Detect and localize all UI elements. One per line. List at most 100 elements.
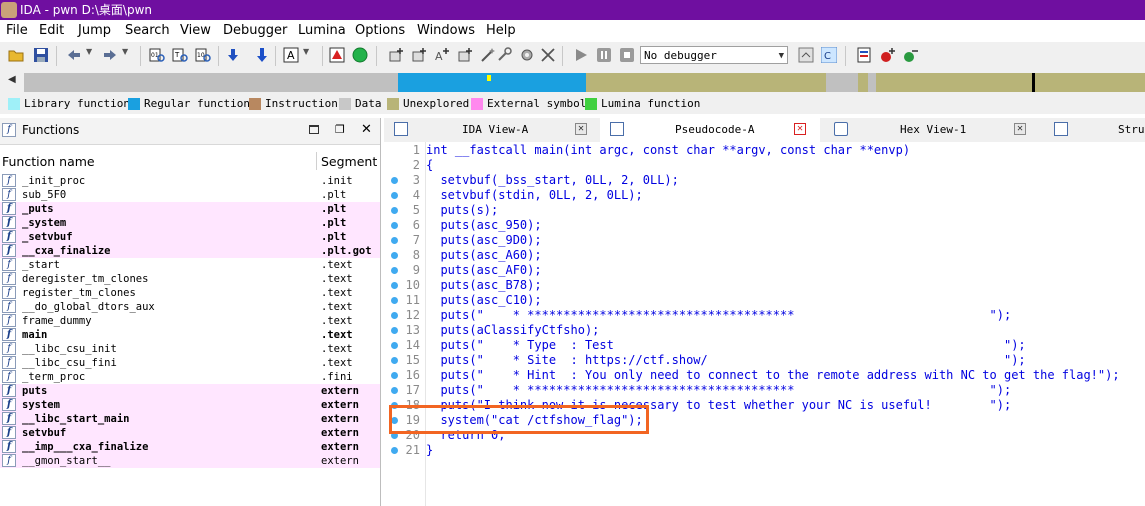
function-row[interactable]: f system extern: [0, 398, 380, 412]
code-line[interactable]: 15 puts(" * Site : https://ctf.show/ ");: [384, 353, 1145, 368]
back-dropdown-icon[interactable]: ▼: [86, 47, 102, 63]
code-line[interactable]: 21}: [384, 443, 1145, 458]
function-row[interactable]: f __gmon_start__ extern: [0, 454, 380, 468]
code-line[interactable]: 17 puts(" * ****************************…: [384, 383, 1145, 398]
open-folder-icon[interactable]: [8, 47, 24, 63]
code-line[interactable]: 9 puts(asc_AF0);: [384, 263, 1145, 278]
breakpoint-dot-icon[interactable]: [391, 267, 398, 274]
breakpoint-dot-icon[interactable]: [391, 372, 398, 379]
back-arrow-icon[interactable]: [66, 47, 82, 63]
close-x-icon[interactable]: [540, 47, 556, 63]
green-circle-icon[interactable]: [352, 47, 368, 63]
add-breakpoint-icon[interactable]: [880, 47, 896, 63]
code-line[interactable]: 1 int __fastcall main(int argc, const cha…: [384, 143, 1145, 158]
stop-icon[interactable]: [619, 47, 635, 63]
text-search-icon[interactable]: T: [172, 47, 188, 63]
column-function-name[interactable]: Function name: [2, 154, 95, 169]
code-line[interactable]: 13 puts(aClassifyCtfsho);: [384, 323, 1145, 338]
debugger-options-icon[interactable]: [798, 47, 814, 63]
breakpoint-dot-icon[interactable]: [391, 357, 398, 364]
function-row[interactable]: f _init_proc .init: [0, 174, 380, 188]
graph-red-icon[interactable]: [329, 47, 345, 63]
function-row[interactable]: f __imp___cxa_finalize extern: [0, 440, 380, 454]
menu-view[interactable]: View: [180, 20, 211, 42]
function-row[interactable]: f register_tm_clones .text: [0, 286, 380, 300]
close-icon[interactable]: ✕: [361, 122, 372, 137]
navigation-bar[interactable]: [24, 73, 1145, 92]
menu-file[interactable]: File: [6, 20, 28, 42]
binary-search-icon[interactable]: 01: [149, 47, 165, 63]
function-row[interactable]: f puts extern: [0, 384, 380, 398]
function-row[interactable]: f setvbuf extern: [0, 426, 380, 440]
nav-left-arrow-icon[interactable]: ◀: [8, 74, 16, 85]
menu-help[interactable]: Help: [486, 20, 516, 42]
code-line[interactable]: 16 puts(" * Hint : You only need to conn…: [384, 368, 1145, 383]
code-line[interactable]: 3 setvbuf(_bss_start, 0LL, 2, 0LL);: [384, 173, 1145, 188]
add-string-icon[interactable]: A: [434, 47, 450, 63]
function-row[interactable]: f deregister_tm_clones .text: [0, 272, 380, 286]
function-row[interactable]: f __libc_csu_fini .text: [0, 356, 380, 370]
breakpoint-dot-icon[interactable]: [391, 207, 398, 214]
breakpoint-dot-icon[interactable]: [391, 327, 398, 334]
code-line[interactable]: 8 puts(asc_A60);: [384, 248, 1145, 263]
play-icon[interactable]: [573, 47, 589, 63]
debugger-c-icon[interactable]: C: [821, 47, 837, 63]
function-row[interactable]: f sub_5F0 .plt: [0, 188, 380, 202]
breakpoint-list-icon[interactable]: [857, 47, 873, 63]
menu-edit[interactable]: Edit: [39, 20, 64, 42]
forward-dropdown-icon[interactable]: ▼: [122, 47, 138, 63]
save-icon[interactable]: [33, 47, 49, 63]
column-segment[interactable]: Segment: [321, 154, 377, 169]
code-line[interactable]: 2{: [384, 158, 1145, 173]
pseudocode-view[interactable]: 1 int __fastcall main(int argc, const cha…: [384, 142, 1145, 506]
function-row[interactable]: f _puts .plt: [0, 202, 380, 216]
function-row[interactable]: f _system .plt: [0, 216, 380, 230]
tab-pseudocode-a[interactable]: Pseudocode-A ✕: [600, 118, 820, 142]
tab-ida-view-a[interactable]: IDA View-A ✕: [384, 118, 598, 142]
function-row[interactable]: f __libc_csu_init .text: [0, 342, 380, 356]
tab-structures[interactable]: Stru: [1034, 118, 1145, 142]
add-function-icon[interactable]: [388, 47, 404, 63]
maximize-icon[interactable]: [309, 125, 319, 134]
code-line[interactable]: 5 puts(s);: [384, 203, 1145, 218]
tab-close-icon[interactable]: ✕: [1014, 123, 1026, 135]
code-line[interactable]: 4 setvbuf(stdin, 0LL, 2, 0LL);: [384, 188, 1145, 203]
menu-debugger[interactable]: Debugger: [223, 20, 287, 42]
menu-jump[interactable]: Jump: [78, 20, 111, 42]
menu-search[interactable]: Search: [125, 20, 170, 42]
function-row[interactable]: f __do_global_dtors_aux .text: [0, 300, 380, 314]
menu-options[interactable]: Options: [355, 20, 405, 42]
breakpoint-dot-icon[interactable]: [391, 192, 398, 199]
function-row[interactable]: f __cxa_finalize .plt.got: [0, 244, 380, 258]
tab-close-icon[interactable]: ✕: [575, 123, 587, 135]
add-segment-icon[interactable]: [411, 47, 427, 63]
menu-lumina[interactable]: Lumina: [298, 20, 346, 42]
breakpoint-dot-icon[interactable]: [391, 177, 398, 184]
breakpoint-dot-icon[interactable]: [391, 297, 398, 304]
breakpoint-dot-icon[interactable]: [391, 312, 398, 319]
function-row[interactable]: f _term_proc .fini: [0, 370, 380, 384]
pause-icon[interactable]: [596, 47, 612, 63]
text-view-dropdown-icon[interactable]: ▼: [303, 47, 319, 63]
jump-down-icon[interactable]: [254, 47, 270, 63]
function-row[interactable]: f __libc_start_main extern: [0, 412, 380, 426]
code-line[interactable]: 11 puts(asc_C10);: [384, 293, 1145, 308]
breakpoint-dot-icon[interactable]: [391, 387, 398, 394]
code-line[interactable]: 6 puts(asc_950);: [384, 218, 1145, 233]
breakpoint-dot-icon[interactable]: [391, 237, 398, 244]
tab-close-icon[interactable]: ✕: [794, 123, 806, 135]
del-breakpoint-icon[interactable]: [903, 47, 919, 63]
breakpoint-dot-icon[interactable]: [391, 342, 398, 349]
forward-arrow-icon[interactable]: [102, 47, 118, 63]
breakpoint-dot-icon[interactable]: [391, 252, 398, 259]
code-line[interactable]: 10 puts(asc_B78);: [384, 278, 1145, 293]
breakpoint-dot-icon[interactable]: [391, 282, 398, 289]
function-row[interactable]: f _setvbuf .plt: [0, 230, 380, 244]
menu-windows[interactable]: Windows: [417, 20, 475, 42]
breakpoint-dot-icon[interactable]: [391, 447, 398, 454]
code-line[interactable]: 12 puts(" * ****************************…: [384, 308, 1145, 323]
function-row[interactable]: f main .text: [0, 328, 380, 342]
immediate-search-icon[interactable]: 10: [195, 47, 211, 63]
debugger-select[interactable]: No debugger ▼: [640, 46, 788, 64]
function-row[interactable]: f frame_dummy .text: [0, 314, 380, 328]
